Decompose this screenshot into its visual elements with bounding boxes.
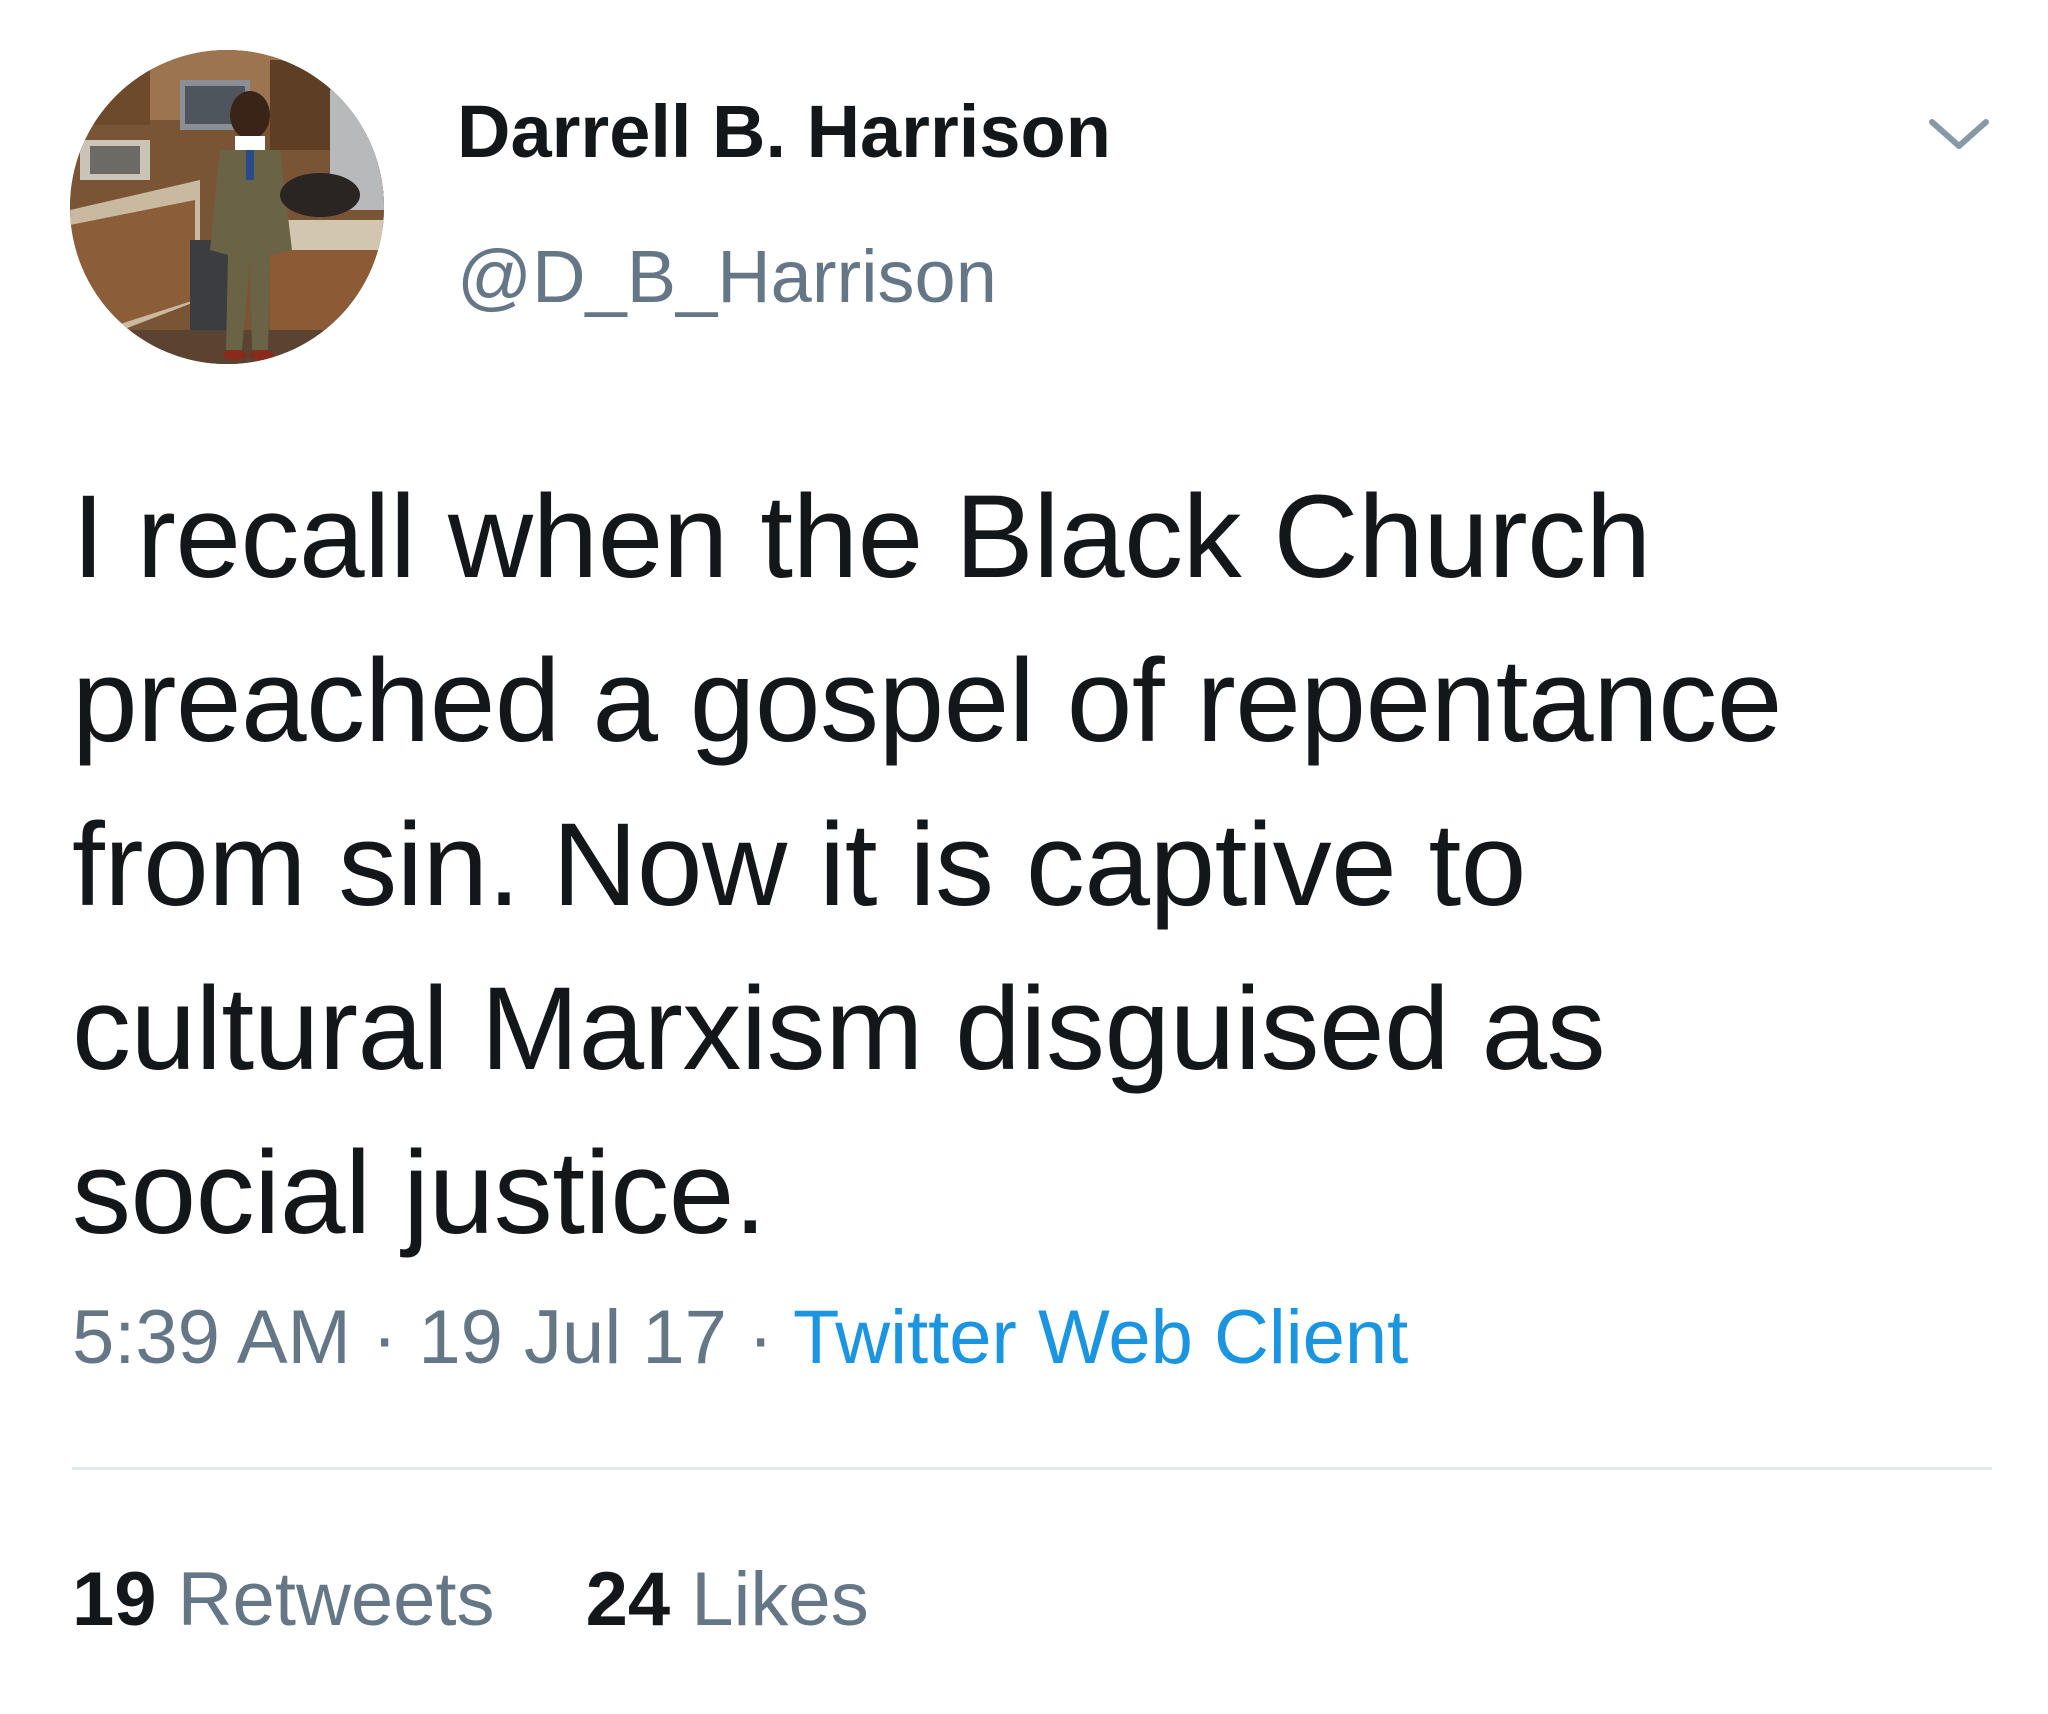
tweet-meta: 5:39 AM · 19 Jul 17 · Twitter Web Client xyxy=(72,1300,1408,1376)
tweet-text: I recall when the Black Church preached … xyxy=(72,455,1972,1275)
retweets-label: Retweets xyxy=(177,1557,495,1642)
tweet-card: Darrell B. Harrison @D_B_Harrison I reca… xyxy=(0,0,2048,1714)
tweet-date[interactable]: 19 Jul 17 xyxy=(418,1295,726,1380)
tweet-time[interactable]: 5:39 AM xyxy=(72,1295,351,1380)
likes-count: 24 xyxy=(585,1557,671,1642)
tweet-text-line: cultural Marxism disguised as xyxy=(72,963,1606,1095)
meta-separator: · xyxy=(371,1295,398,1380)
tweet-text-line: from sin. Now it is captive to xyxy=(72,799,1526,931)
profile-photo-icon xyxy=(70,50,384,364)
tweet-text-line: preached a gospel of repentance xyxy=(72,635,1782,767)
tweet-stats: 19 Retweets 24 Likes xyxy=(72,1562,939,1638)
tweet-source-link[interactable]: Twitter Web Client xyxy=(793,1295,1408,1380)
display-name[interactable]: Darrell B. Harrison xyxy=(457,95,1111,169)
tweet-text-line: social justice. xyxy=(72,1127,767,1259)
divider xyxy=(72,1467,1992,1470)
user-handle[interactable]: @D_B_Harrison xyxy=(457,240,997,314)
meta-separator: · xyxy=(747,1295,774,1380)
chevron-down-icon xyxy=(1929,119,1989,149)
likes-stat[interactable]: 24 Likes xyxy=(586,1562,869,1638)
retweets-count: 19 xyxy=(72,1557,157,1642)
likes-label: Likes xyxy=(691,1557,869,1642)
tweet-text-line: I recall when the Black Church xyxy=(72,471,1651,603)
tweet-menu-button[interactable] xyxy=(1924,108,1994,158)
retweets-stat[interactable]: 19 Retweets xyxy=(72,1562,494,1638)
avatar[interactable] xyxy=(70,50,384,364)
